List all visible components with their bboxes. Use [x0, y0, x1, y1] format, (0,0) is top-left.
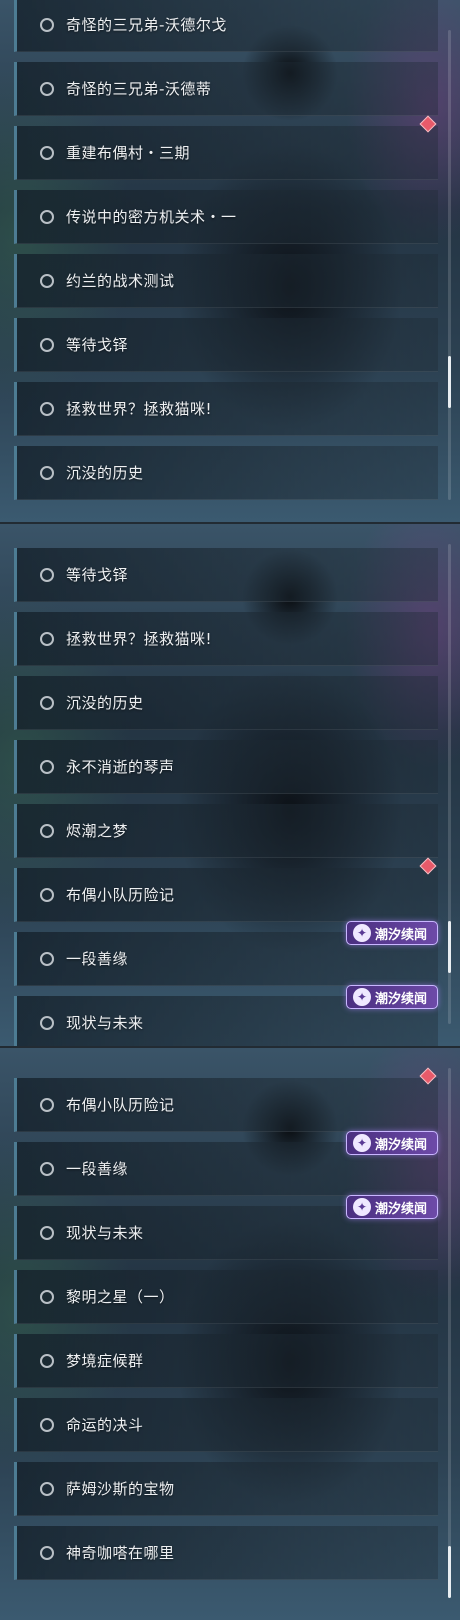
red-diamond-icon	[419, 1067, 437, 1085]
radio-circle-icon	[40, 1097, 54, 1112]
quest-item-label: 现状与未来	[66, 1014, 144, 1032]
quest-item[interactable]: 梦境症候群	[14, 1334, 438, 1388]
quest-item-label: 一段善缘	[66, 1160, 129, 1178]
radio-circle-icon	[40, 145, 54, 160]
tide-tag-badge: ✦ 潮汐续闻	[345, 985, 438, 1009]
quest-item[interactable]: 沉没的历史	[14, 446, 438, 500]
quest-item-label: 拯救世界？拯救猫咪!	[66, 630, 213, 648]
quest-item[interactable]: 奇怪的三兄弟-沃德蒂	[14, 62, 438, 116]
radio-circle-icon	[40, 1161, 54, 1176]
quest-item[interactable]: 拯救世界？拯救猫咪!	[14, 382, 438, 436]
quest-item[interactable]: 布偶小队历险记	[14, 857, 438, 922]
quest-item-label: 奇怪的三兄弟-沃德蒂	[66, 80, 212, 98]
quest-item[interactable]: 黎明之星（一）	[14, 1270, 438, 1324]
quest-item-label: 沉没的历史	[66, 694, 144, 712]
radio-circle-icon	[40, 337, 54, 352]
quest-item[interactable]: 等待戈铎	[14, 318, 438, 372]
tide-tag-badge: ✦ 潮汐续闻	[345, 921, 438, 945]
quest-item-label: 烬潮之梦	[66, 822, 129, 840]
tide-tag-label: 潮汐续闻	[374, 927, 427, 943]
tide-emblem-icon: ✦	[352, 924, 371, 942]
quest-item[interactable]: 重建布偶村・三期	[14, 115, 438, 180]
quest-item[interactable]: 拯救世界？拯救猫咪!	[14, 612, 438, 666]
quest-item[interactable]: 永不消逝的琴声	[14, 740, 438, 794]
quest-item[interactable]: 一段善缘 ✦ 潮汐续闻	[14, 1131, 438, 1196]
radio-circle-icon	[40, 951, 54, 966]
tide-emblem-icon: ✦	[352, 988, 371, 1006]
quest-item[interactable]: 萨姆沙斯的宝物	[14, 1462, 438, 1516]
quest-item[interactable]: 沉没的历史	[14, 676, 438, 730]
quest-list-panel: 等待戈铎 拯救世界？拯救猫咪! 沉没的历史 永不消逝的琴声 烬潮之梦 布偶小队历险记 一段善…	[0, 522, 460, 1046]
quest-item-label: 梦境症候群	[66, 1352, 144, 1370]
quest-item[interactable]: 奇怪的三兄弟-沃德尔戈	[14, 0, 438, 52]
radio-circle-icon	[40, 823, 54, 838]
quest-item[interactable]: 命运的决斗	[14, 1398, 438, 1452]
quest-item-label: 拯救世界？拯救猫咪!	[66, 400, 213, 418]
quest-item[interactable]: 现状与未来 ✦ 潮汐续闻	[14, 1195, 438, 1260]
quest-item[interactable]: 烬潮之梦	[14, 804, 438, 858]
scrollbar[interactable]	[448, 30, 451, 500]
radio-circle-icon	[40, 887, 54, 902]
radio-circle-icon	[40, 465, 54, 480]
radio-circle-icon	[40, 81, 54, 96]
tide-tag-label: 潮汐续闻	[374, 1201, 427, 1217]
quest-item-label: 布偶小队历险记	[66, 886, 175, 904]
quest-item[interactable]: 一段善缘 ✦ 潮汐续闻	[14, 921, 438, 986]
quest-item-label: 现状与未来	[66, 1224, 144, 1242]
radio-circle-icon	[40, 1417, 54, 1432]
radio-circle-icon	[40, 695, 54, 710]
quest-item-label: 一段善缘	[66, 950, 129, 968]
quest-list-screens: 奇怪的三兄弟-沃德尔戈 奇怪的三兄弟-沃德蒂 重建布偶村・三期传说中的密方机关术・一…	[0, 0, 460, 1620]
radio-circle-icon	[40, 1225, 54, 1240]
quest-list-panel: 奇怪的三兄弟-沃德尔戈 奇怪的三兄弟-沃德蒂 重建布偶村・三期传说中的密方机关术・一…	[0, 0, 460, 522]
radio-circle-icon	[40, 1481, 54, 1496]
quest-item-label: 黎明之星（一）	[66, 1288, 175, 1306]
scrollbar[interactable]	[448, 544, 451, 1024]
tide-tag-badge: ✦ 潮汐续闻	[345, 1131, 438, 1155]
radio-circle-icon	[40, 1545, 54, 1560]
quest-item-label: 等待戈铎	[66, 336, 129, 354]
quest-item-label: 沉没的历史	[66, 464, 144, 482]
radio-circle-icon	[40, 209, 54, 224]
quest-item-label: 传说中的密方机关术・一	[66, 208, 237, 226]
scroll-thumb[interactable]	[448, 921, 451, 973]
quest-item-label: 命运的决斗	[66, 1416, 144, 1434]
quest-item[interactable]: 等待戈铎	[14, 548, 438, 602]
tide-emblem-icon: ✦	[352, 1134, 371, 1152]
quest-item-label: 布偶小队历险记	[66, 1096, 175, 1114]
tide-tag-label: 潮汐续闻	[374, 1137, 427, 1153]
tide-tag-badge: ✦ 潮汐续闻	[345, 1195, 438, 1219]
tide-tag-label: 潮汐续闻	[374, 991, 427, 1007]
quest-item-label: 永不消逝的琴声	[66, 758, 175, 776]
quest-item[interactable]: 布偶小队历险记	[14, 1067, 438, 1132]
radio-circle-icon	[40, 1015, 54, 1030]
quest-item-label: 神奇咖嗒在哪里	[66, 1544, 175, 1562]
radio-circle-icon	[40, 631, 54, 646]
red-diamond-icon	[419, 857, 437, 875]
quest-item-label: 约兰的战术测试	[66, 272, 175, 290]
radio-circle-icon	[40, 1353, 54, 1368]
quest-item-label: 萨姆沙斯的宝物	[66, 1480, 175, 1498]
scroll-thumb[interactable]	[448, 356, 451, 408]
quest-item[interactable]: 传说中的密方机关术・一	[14, 190, 438, 244]
radio-circle-icon	[40, 567, 54, 582]
quest-item-label: 重建布偶村・三期	[66, 144, 191, 162]
radio-circle-icon	[40, 759, 54, 774]
radio-circle-icon	[40, 273, 54, 288]
radio-circle-icon	[40, 1289, 54, 1304]
quest-item[interactable]: 现状与未来 ✦ 潮汐续闻	[14, 985, 438, 1046]
quest-item[interactable]: 约兰的战术测试	[14, 254, 438, 308]
radio-circle-icon	[40, 17, 54, 32]
red-diamond-icon	[419, 115, 437, 133]
scrollbar[interactable]	[448, 1068, 451, 1598]
radio-circle-icon	[40, 401, 54, 416]
scroll-thumb[interactable]	[448, 1546, 451, 1598]
quest-list-panel: 布偶小队历险记 一段善缘 ✦ 潮汐续闻 现状与未来 ✦ 潮汐续闻 黎明之星（一） 梦境症候群 命运…	[0, 1046, 460, 1620]
quest-item[interactable]: 神奇咖嗒在哪里	[14, 1526, 438, 1580]
quest-item-label: 等待戈铎	[66, 566, 129, 584]
quest-item-label: 奇怪的三兄弟-沃德尔戈	[66, 16, 227, 34]
tide-emblem-icon: ✦	[352, 1198, 371, 1216]
